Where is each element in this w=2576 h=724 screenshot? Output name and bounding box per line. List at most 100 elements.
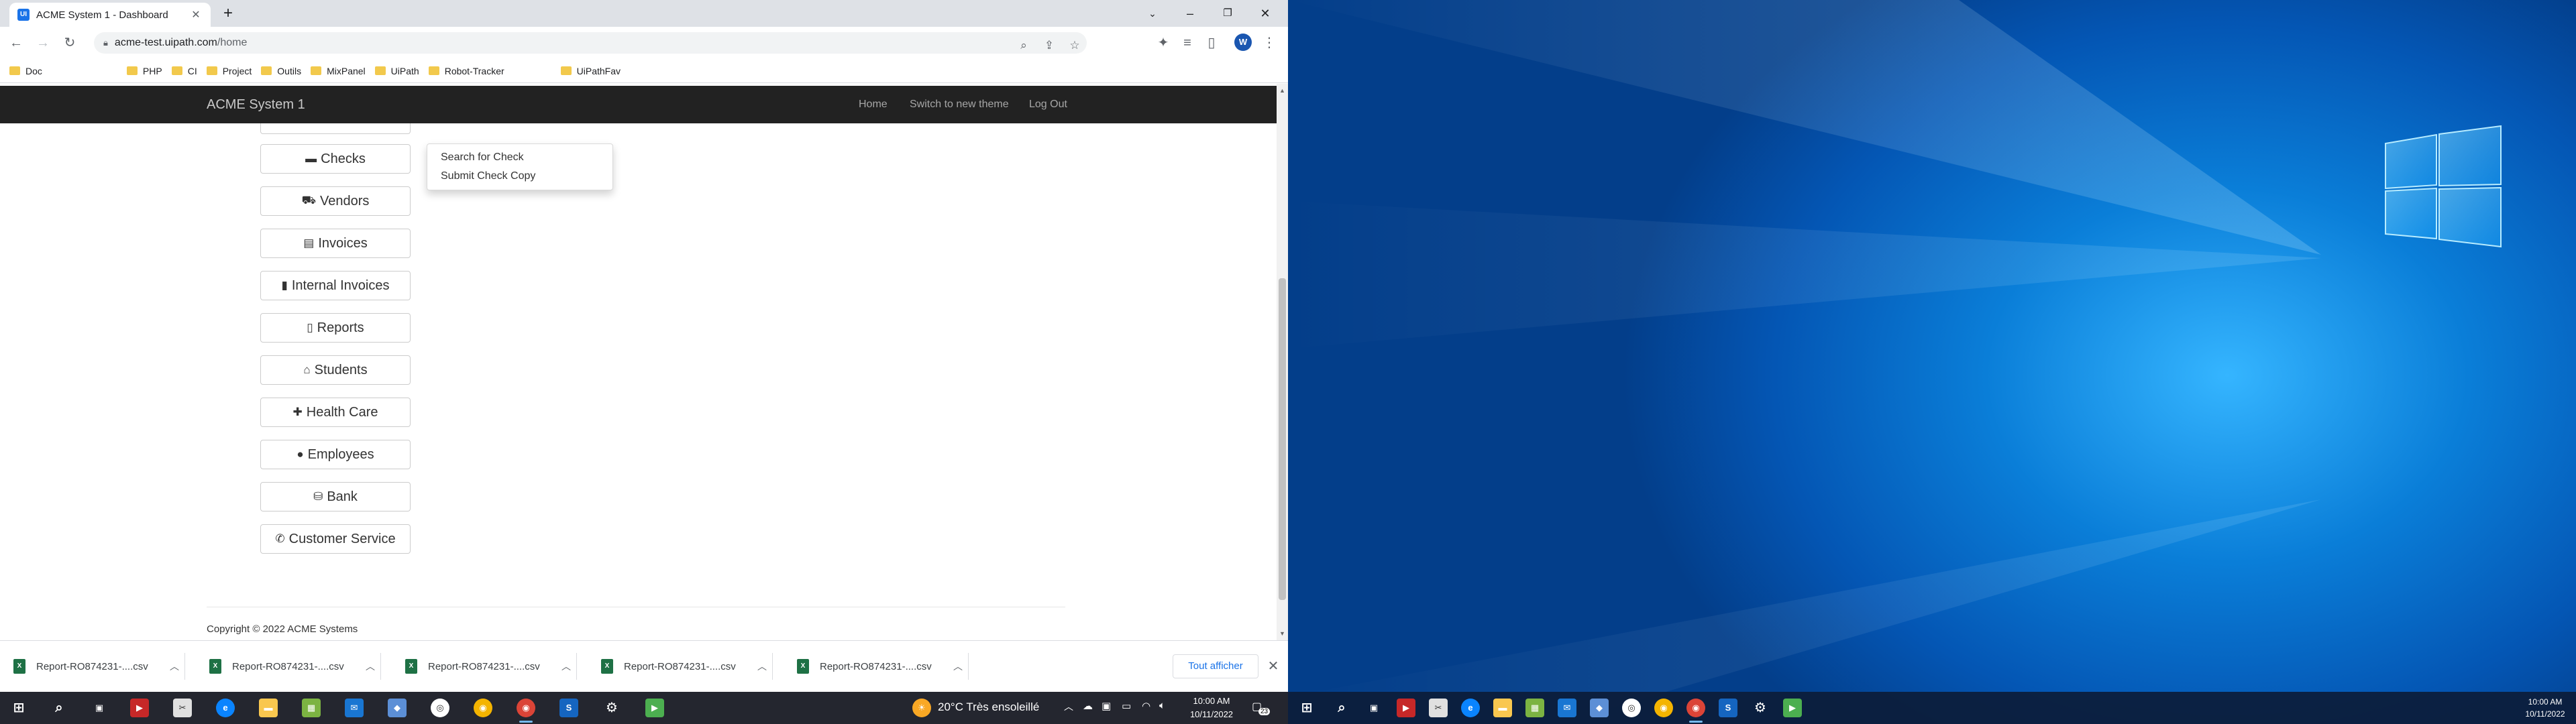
menu-button-invoices[interactable]: ▤ Invoices bbox=[260, 229, 411, 258]
bookmark-ci[interactable]: CI bbox=[171, 66, 197, 76]
file-explorer-icon[interactable]: ▬ bbox=[259, 699, 278, 717]
weather-icon[interactable]: ☀ bbox=[912, 699, 931, 717]
menu-button-partial[interactable] bbox=[260, 123, 411, 134]
mail-icon[interactable]: ✉ bbox=[1558, 699, 1576, 717]
restore-icon[interactable]: ❐ bbox=[1209, 0, 1246, 27]
chrome-icon[interactable]: ◉ bbox=[474, 699, 492, 717]
bookmark-mixpanel[interactable]: MixPanel bbox=[311, 66, 366, 76]
tab-search-icon[interactable]: ⌄ bbox=[1134, 0, 1171, 27]
settings-gear-icon[interactable]: ⚙ bbox=[602, 699, 621, 717]
download-item[interactable]: X Report-RO874231-....csv ︿ bbox=[784, 653, 969, 680]
menu-button-students[interactable]: ⌂ Students bbox=[260, 355, 411, 385]
scrollbar-thumb[interactable] bbox=[1279, 278, 1286, 600]
nav-home-link[interactable]: Home bbox=[859, 99, 888, 111]
clock-date[interactable]: 10/11/2022 bbox=[2518, 709, 2572, 719]
bookmark-project[interactable]: Project bbox=[206, 66, 252, 76]
close-tab-icon[interactable]: ✕ bbox=[189, 8, 203, 21]
menu-kebab-icon[interactable]: ⋮ bbox=[1260, 34, 1279, 52]
windows-start-icon[interactable]: ⊞ bbox=[9, 699, 28, 717]
file-explorer-icon[interactable]: ▬ bbox=[1493, 699, 1512, 717]
tray-chevron-icon[interactable]: ︿ bbox=[1064, 700, 1073, 713]
dropdown-item-search-for-check[interactable]: Search for Check bbox=[427, 148, 612, 167]
app-icon[interactable]: ▶ bbox=[1397, 699, 1415, 717]
app-icon[interactable]: ◎ bbox=[1622, 699, 1641, 717]
uipath-studio-icon[interactable]: S bbox=[1719, 699, 1737, 717]
extensions-icon[interactable]: ✦ bbox=[1154, 34, 1173, 52]
weather-text[interactable]: 20°C Très ensoleillé bbox=[938, 701, 1039, 714]
store-icon[interactable]: ▦ bbox=[302, 699, 321, 717]
uipath-assistant-icon[interactable]: ▶ bbox=[645, 699, 664, 717]
minimize-icon[interactable]: – bbox=[1171, 0, 1209, 27]
browser-tab[interactable]: UI ACME System 1 - Dashboard ✕ bbox=[9, 3, 211, 27]
brand-link[interactable]: ACME System 1 bbox=[207, 97, 305, 113]
menu-button-internal-invoices[interactable]: ▮ Internal Invoices bbox=[260, 271, 411, 300]
tray-app-icon[interactable]: ▣ bbox=[1102, 700, 1111, 712]
download-item[interactable]: X Report-RO874231-....csv ︿ bbox=[392, 653, 577, 680]
menu-button-health-care[interactable]: ✚ Health Care bbox=[260, 398, 411, 427]
app-icon[interactable]: ◎ bbox=[431, 699, 449, 717]
bookmark-robot-tracker[interactable]: Robot-Tracker bbox=[428, 66, 504, 76]
bookmark-uipath[interactable]: UiPath bbox=[374, 66, 419, 76]
search-icon[interactable]: ⌕ bbox=[50, 699, 68, 717]
chevron-up-icon[interactable]: ︿ bbox=[360, 660, 380, 673]
scroll-up-icon[interactable]: ▲ bbox=[1277, 85, 1288, 96]
dropdown-item-submit-check-copy[interactable]: Submit Check Copy bbox=[427, 167, 612, 186]
settings-gear-icon[interactable]: ⚙ bbox=[1751, 699, 1770, 717]
close-window-icon[interactable]: ✕ bbox=[1246, 0, 1284, 27]
store-icon[interactable]: ▦ bbox=[1525, 699, 1544, 717]
battery-icon[interactable]: ▭ bbox=[1122, 700, 1131, 712]
clock-time[interactable]: 10:00 AM bbox=[1183, 696, 1240, 706]
bookmark-doc[interactable]: Doc bbox=[9, 66, 42, 76]
snipping-tool-icon[interactable]: ✂ bbox=[173, 699, 192, 717]
mail-icon[interactable]: ✉ bbox=[345, 699, 364, 717]
volume-icon[interactable]: 🔈︎ bbox=[1159, 700, 1165, 711]
chevron-up-icon[interactable]: ︿ bbox=[948, 660, 968, 673]
chevron-up-icon[interactable]: ︿ bbox=[752, 660, 772, 673]
menu-button-reports[interactable]: ▯ Reports bbox=[260, 313, 411, 343]
nav-logout-link[interactable]: Log Out bbox=[1029, 99, 1067, 111]
edge-icon[interactable]: e bbox=[216, 699, 235, 717]
download-item[interactable]: X Report-RO874231-....csv ︿ bbox=[196, 653, 381, 680]
reload-icon[interactable]: ↻ bbox=[60, 34, 79, 52]
share-icon[interactable]: ⇪ bbox=[1040, 36, 1059, 55]
download-item[interactable]: X Report-RO874231-....csv ︿ bbox=[588, 653, 773, 680]
menu-button-employees[interactable]: ● Employees bbox=[260, 440, 411, 469]
side-panel-icon[interactable]: ▯ bbox=[1202, 34, 1221, 52]
uipath-assistant-icon[interactable]: ▶ bbox=[1783, 699, 1802, 717]
menu-button-vendors[interactable]: ⛟ Vendors bbox=[260, 186, 411, 216]
chrome-icon[interactable]: ◉ bbox=[517, 699, 535, 723]
uipath-studio-icon[interactable]: S bbox=[559, 699, 578, 717]
forward-icon[interactable]: → bbox=[34, 34, 52, 52]
task-view-icon[interactable]: ▣ bbox=[90, 699, 109, 717]
menu-button-bank[interactable]: ⛁ Bank bbox=[260, 482, 411, 511]
reading-list-icon[interactable]: ≡ bbox=[1178, 34, 1197, 52]
task-view-icon[interactable]: ▣ bbox=[1364, 699, 1383, 717]
clock-date[interactable]: 10/11/2022 bbox=[1183, 709, 1240, 719]
menu-button-customer-service[interactable]: ✆ Customer Service bbox=[260, 524, 411, 554]
bookmark-outils[interactable]: Outils bbox=[261, 66, 301, 76]
download-item[interactable]: X Report-RO874231-....csv ︿ bbox=[0, 653, 185, 680]
snipping-tool-icon[interactable]: ✂ bbox=[1429, 699, 1448, 717]
clock-time[interactable]: 10:00 AM bbox=[2518, 697, 2572, 707]
bookmark-uipathfav[interactable]: UiPathFav bbox=[560, 66, 621, 76]
search-icon[interactable]: ⌕ bbox=[1332, 699, 1351, 717]
zoom-icon[interactable]: ⌕ bbox=[1014, 36, 1033, 55]
show-all-downloads-button[interactable]: Tout afficher bbox=[1173, 654, 1258, 678]
chrome-icon[interactable]: ◉ bbox=[1686, 699, 1705, 723]
bookmark-php[interactable]: PHP bbox=[126, 66, 162, 76]
app-cube-icon[interactable]: ◆ bbox=[1590, 699, 1609, 717]
page-scrollbar[interactable]: ▲ ▼ bbox=[1277, 84, 1288, 640]
app-cube-icon[interactable]: ◆ bbox=[388, 699, 407, 717]
address-bar[interactable]: 🔒︎ acme-test.uipath.com/home ☆ ⇪ ⌕ bbox=[94, 32, 1087, 54]
profile-avatar[interactable]: W bbox=[1234, 34, 1252, 51]
back-icon[interactable]: ← bbox=[7, 34, 25, 52]
new-tab-icon[interactable]: + bbox=[219, 4, 237, 23]
windows-start-icon[interactable]: ⊞ bbox=[1297, 699, 1316, 717]
wifi-icon[interactable]: ◠ bbox=[1142, 700, 1150, 712]
app-icon[interactable]: ▶ bbox=[130, 699, 149, 717]
chevron-up-icon[interactable]: ︿ bbox=[556, 660, 576, 673]
nav-switch-theme-link[interactable]: Switch to new theme bbox=[910, 99, 1009, 111]
star-icon[interactable]: ☆ bbox=[1065, 36, 1084, 55]
edge-icon[interactable]: e bbox=[1461, 699, 1480, 717]
chevron-up-icon[interactable]: ︿ bbox=[164, 660, 184, 673]
